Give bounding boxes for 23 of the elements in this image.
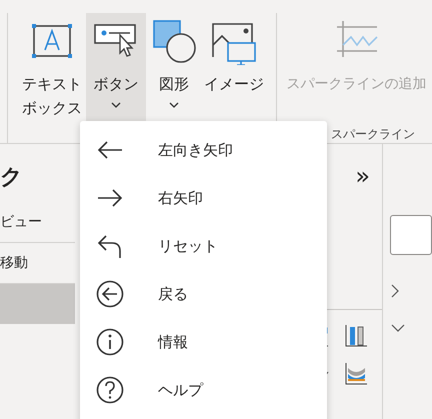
menu-item[interactable]: 左向き矢印 bbox=[80, 126, 327, 174]
menu-item[interactable]: 右矢印 bbox=[80, 174, 327, 222]
ribbon-button[interactable]: ボタン bbox=[86, 13, 146, 121]
pane-item[interactable]: ビュー bbox=[0, 202, 76, 243]
pane-title: ク bbox=[0, 164, 24, 192]
ribbon-button[interactable]: 図形 bbox=[148, 13, 200, 121]
column-chart-icon bbox=[344, 324, 368, 348]
ribbon-chart-icon bbox=[344, 362, 368, 386]
group-label: スパークライン bbox=[331, 126, 416, 143]
chevron-right-icon[interactable] bbox=[390, 283, 400, 299]
menu-item[interactable]: 情報 bbox=[80, 318, 327, 366]
back-icon bbox=[96, 280, 124, 308]
shapes-icon bbox=[150, 17, 198, 65]
info-icon bbox=[96, 328, 124, 356]
menu-item[interactable]: 戻る bbox=[80, 270, 327, 318]
menu-item[interactable]: リセット bbox=[80, 222, 327, 270]
ribbon-button[interactable]: イメージ bbox=[202, 13, 266, 121]
help-icon bbox=[96, 376, 124, 404]
ribbon-button[interactable]: テキスト ボックス bbox=[20, 13, 84, 121]
expand-icon[interactable]: » bbox=[355, 162, 370, 190]
input-field[interactable] bbox=[390, 215, 432, 255]
menu-item[interactable]: ヘルプ bbox=[80, 366, 327, 414]
chevron-down-icon[interactable] bbox=[390, 323, 406, 333]
